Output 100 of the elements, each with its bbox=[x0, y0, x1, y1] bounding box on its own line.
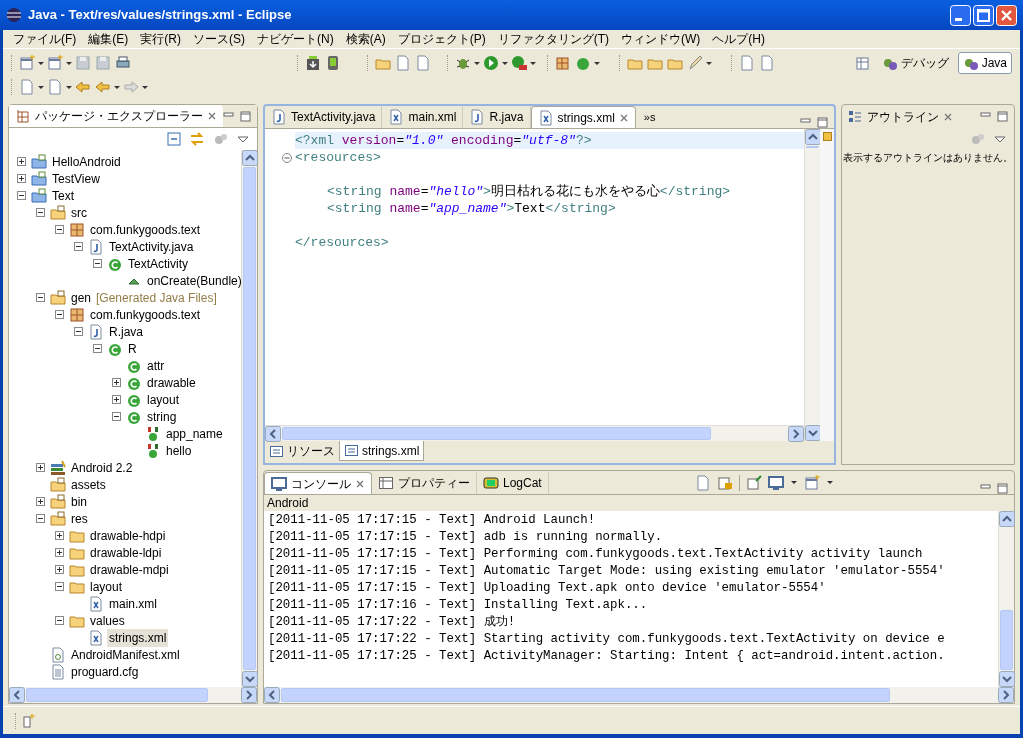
tree-item[interactable]: R bbox=[126, 339, 139, 358]
caret-icon[interactable] bbox=[113, 83, 121, 91]
grid-plus-icon[interactable] bbox=[555, 55, 571, 71]
scroll-right-icon[interactable] bbox=[788, 426, 804, 442]
tree-item[interactable]: attr bbox=[145, 356, 167, 375]
tree-item[interactable]: layout bbox=[145, 390, 182, 409]
vertical-scrollbar[interactable] bbox=[804, 129, 820, 441]
tree-item[interactable]: strings.xml bbox=[107, 628, 169, 647]
tree-item[interactable]: gen bbox=[69, 288, 94, 307]
expand-toggle[interactable] bbox=[55, 531, 64, 540]
horizontal-scrollbar[interactable] bbox=[265, 425, 804, 441]
tree-item[interactable]: assets bbox=[69, 475, 108, 494]
expand-toggle[interactable] bbox=[17, 157, 26, 166]
document-icon[interactable] bbox=[415, 55, 431, 71]
scroll-down-icon[interactable] bbox=[805, 425, 821, 441]
menu-item[interactable]: 実行(R) bbox=[134, 30, 187, 48]
caret-icon[interactable] bbox=[529, 59, 537, 67]
expand-toggle[interactable] bbox=[93, 344, 102, 353]
tree-item[interactable]: TestView bbox=[50, 169, 102, 188]
maximize-icon[interactable] bbox=[997, 111, 1008, 122]
overview-marker[interactable] bbox=[822, 132, 832, 141]
caret-icon[interactable] bbox=[593, 59, 601, 67]
view-tab[interactable]: strings.xml bbox=[530, 106, 636, 128]
expand-toggle[interactable] bbox=[93, 259, 102, 268]
menu-item[interactable]: ナビゲート(N) bbox=[251, 30, 340, 48]
expand-toggle[interactable] bbox=[36, 463, 45, 472]
view-tab[interactable]: コンソール bbox=[264, 472, 372, 494]
expand-toggle[interactable] bbox=[112, 395, 121, 404]
caret-icon[interactable] bbox=[37, 59, 45, 67]
tree-item[interactable]: src bbox=[69, 203, 89, 222]
tree-item[interactable]: drawable-mdpi bbox=[88, 560, 171, 579]
tree-item[interactable]: drawable-ldpi bbox=[88, 543, 164, 562]
menu-item[interactable]: ファイル(F) bbox=[7, 30, 83, 48]
tree-item[interactable]: values bbox=[88, 611, 127, 630]
expand-toggle[interactable] bbox=[36, 293, 45, 302]
pin-icon[interactable] bbox=[745, 474, 762, 491]
menu-item[interactable]: ウィンドウ(W) bbox=[615, 30, 707, 48]
scroll-up-icon[interactable] bbox=[805, 129, 821, 145]
tree-item[interactable]: string bbox=[145, 407, 179, 426]
view-menu-icon[interactable] bbox=[994, 134, 1006, 144]
fold-toggle[interactable] bbox=[282, 152, 292, 163]
editor-page-tab[interactable]: strings.xml bbox=[339, 441, 425, 461]
caret-icon[interactable] bbox=[65, 83, 73, 91]
maximize-icon[interactable] bbox=[997, 483, 1008, 494]
new-window-icon[interactable] bbox=[19, 55, 35, 71]
scroll-left-icon[interactable] bbox=[9, 687, 25, 703]
scroll-down-icon[interactable] bbox=[242, 671, 258, 687]
vertical-scrollbar[interactable] bbox=[241, 150, 257, 687]
tree-item[interactable]: hello bbox=[164, 441, 194, 460]
menu-item[interactable]: ヘルプ(H) bbox=[706, 30, 771, 48]
menu-item[interactable]: 検索(A) bbox=[339, 30, 392, 48]
caret-icon[interactable] bbox=[789, 479, 798, 486]
new-window-icon[interactable] bbox=[47, 55, 63, 71]
tree-item[interactable]: HelloAndroid bbox=[50, 152, 123, 171]
tree-item[interactable]: AndroidManifest.xml bbox=[69, 645, 182, 664]
tree-item[interactable]: main.xml bbox=[107, 594, 159, 613]
caret-icon[interactable] bbox=[37, 83, 45, 91]
menu-item[interactable]: ソース(S) bbox=[187, 30, 251, 48]
play-icon[interactable] bbox=[483, 55, 499, 71]
expand-toggle[interactable] bbox=[36, 497, 45, 506]
expand-toggle[interactable] bbox=[36, 514, 45, 523]
caret-icon[interactable] bbox=[473, 59, 481, 67]
expand-toggle[interactable] bbox=[55, 310, 64, 319]
scroll-up-icon[interactable] bbox=[242, 150, 258, 166]
view-tab[interactable]: LogCat bbox=[477, 472, 549, 494]
view-menu-icon[interactable] bbox=[237, 134, 249, 144]
expand-toggle[interactable] bbox=[17, 174, 26, 183]
expand-toggle[interactable] bbox=[55, 225, 64, 234]
perspective-button[interactable]: Java bbox=[957, 52, 1012, 74]
menu-item[interactable]: 編集(E) bbox=[82, 30, 135, 48]
tree-item[interactable]: TextActivity.java bbox=[107, 237, 196, 256]
tree-item[interactable]: bin bbox=[69, 492, 89, 511]
expand-toggle[interactable] bbox=[17, 191, 26, 200]
tree-item[interactable]: com.funkygoods.text bbox=[88, 305, 203, 324]
caret-icon[interactable] bbox=[825, 479, 834, 486]
scroll-up-icon[interactable] bbox=[999, 511, 1015, 527]
expand-toggle[interactable] bbox=[55, 565, 64, 574]
view-tab[interactable]: アウトライン bbox=[842, 105, 958, 128]
caret-icon[interactable] bbox=[705, 59, 713, 67]
scroll-left-icon[interactable] bbox=[264, 687, 280, 703]
maximize-icon[interactable] bbox=[240, 110, 251, 122]
maximize-icon[interactable] bbox=[817, 117, 828, 128]
link-arrows-icon[interactable] bbox=[189, 131, 205, 147]
tab-overflow-indicator[interactable]: »s bbox=[635, 108, 664, 126]
scroll-right-icon[interactable] bbox=[998, 687, 1014, 703]
tree-item[interactable]: R.java bbox=[107, 322, 145, 341]
play-toolbox-icon[interactable] bbox=[511, 55, 527, 71]
tree-item[interactable]: drawable-hdpi bbox=[88, 526, 168, 545]
editor-page-tab[interactable]: リソース bbox=[265, 441, 339, 461]
horizontal-scrollbar[interactable] bbox=[264, 687, 1014, 703]
view-tab[interactable]: プロパティー bbox=[372, 472, 477, 494]
caret-icon[interactable] bbox=[501, 59, 509, 67]
tree-item[interactable]: TextActivity bbox=[126, 254, 190, 273]
tree-item[interactable]: res bbox=[69, 509, 90, 528]
download-box-icon[interactable] bbox=[305, 55, 321, 71]
document-icon[interactable] bbox=[395, 55, 411, 71]
vertical-scrollbar[interactable] bbox=[998, 511, 1014, 687]
expand-toggle[interactable] bbox=[74, 242, 83, 251]
document-icon[interactable] bbox=[739, 55, 755, 71]
tree-item[interactable]: proguard.cfg bbox=[69, 662, 141, 681]
